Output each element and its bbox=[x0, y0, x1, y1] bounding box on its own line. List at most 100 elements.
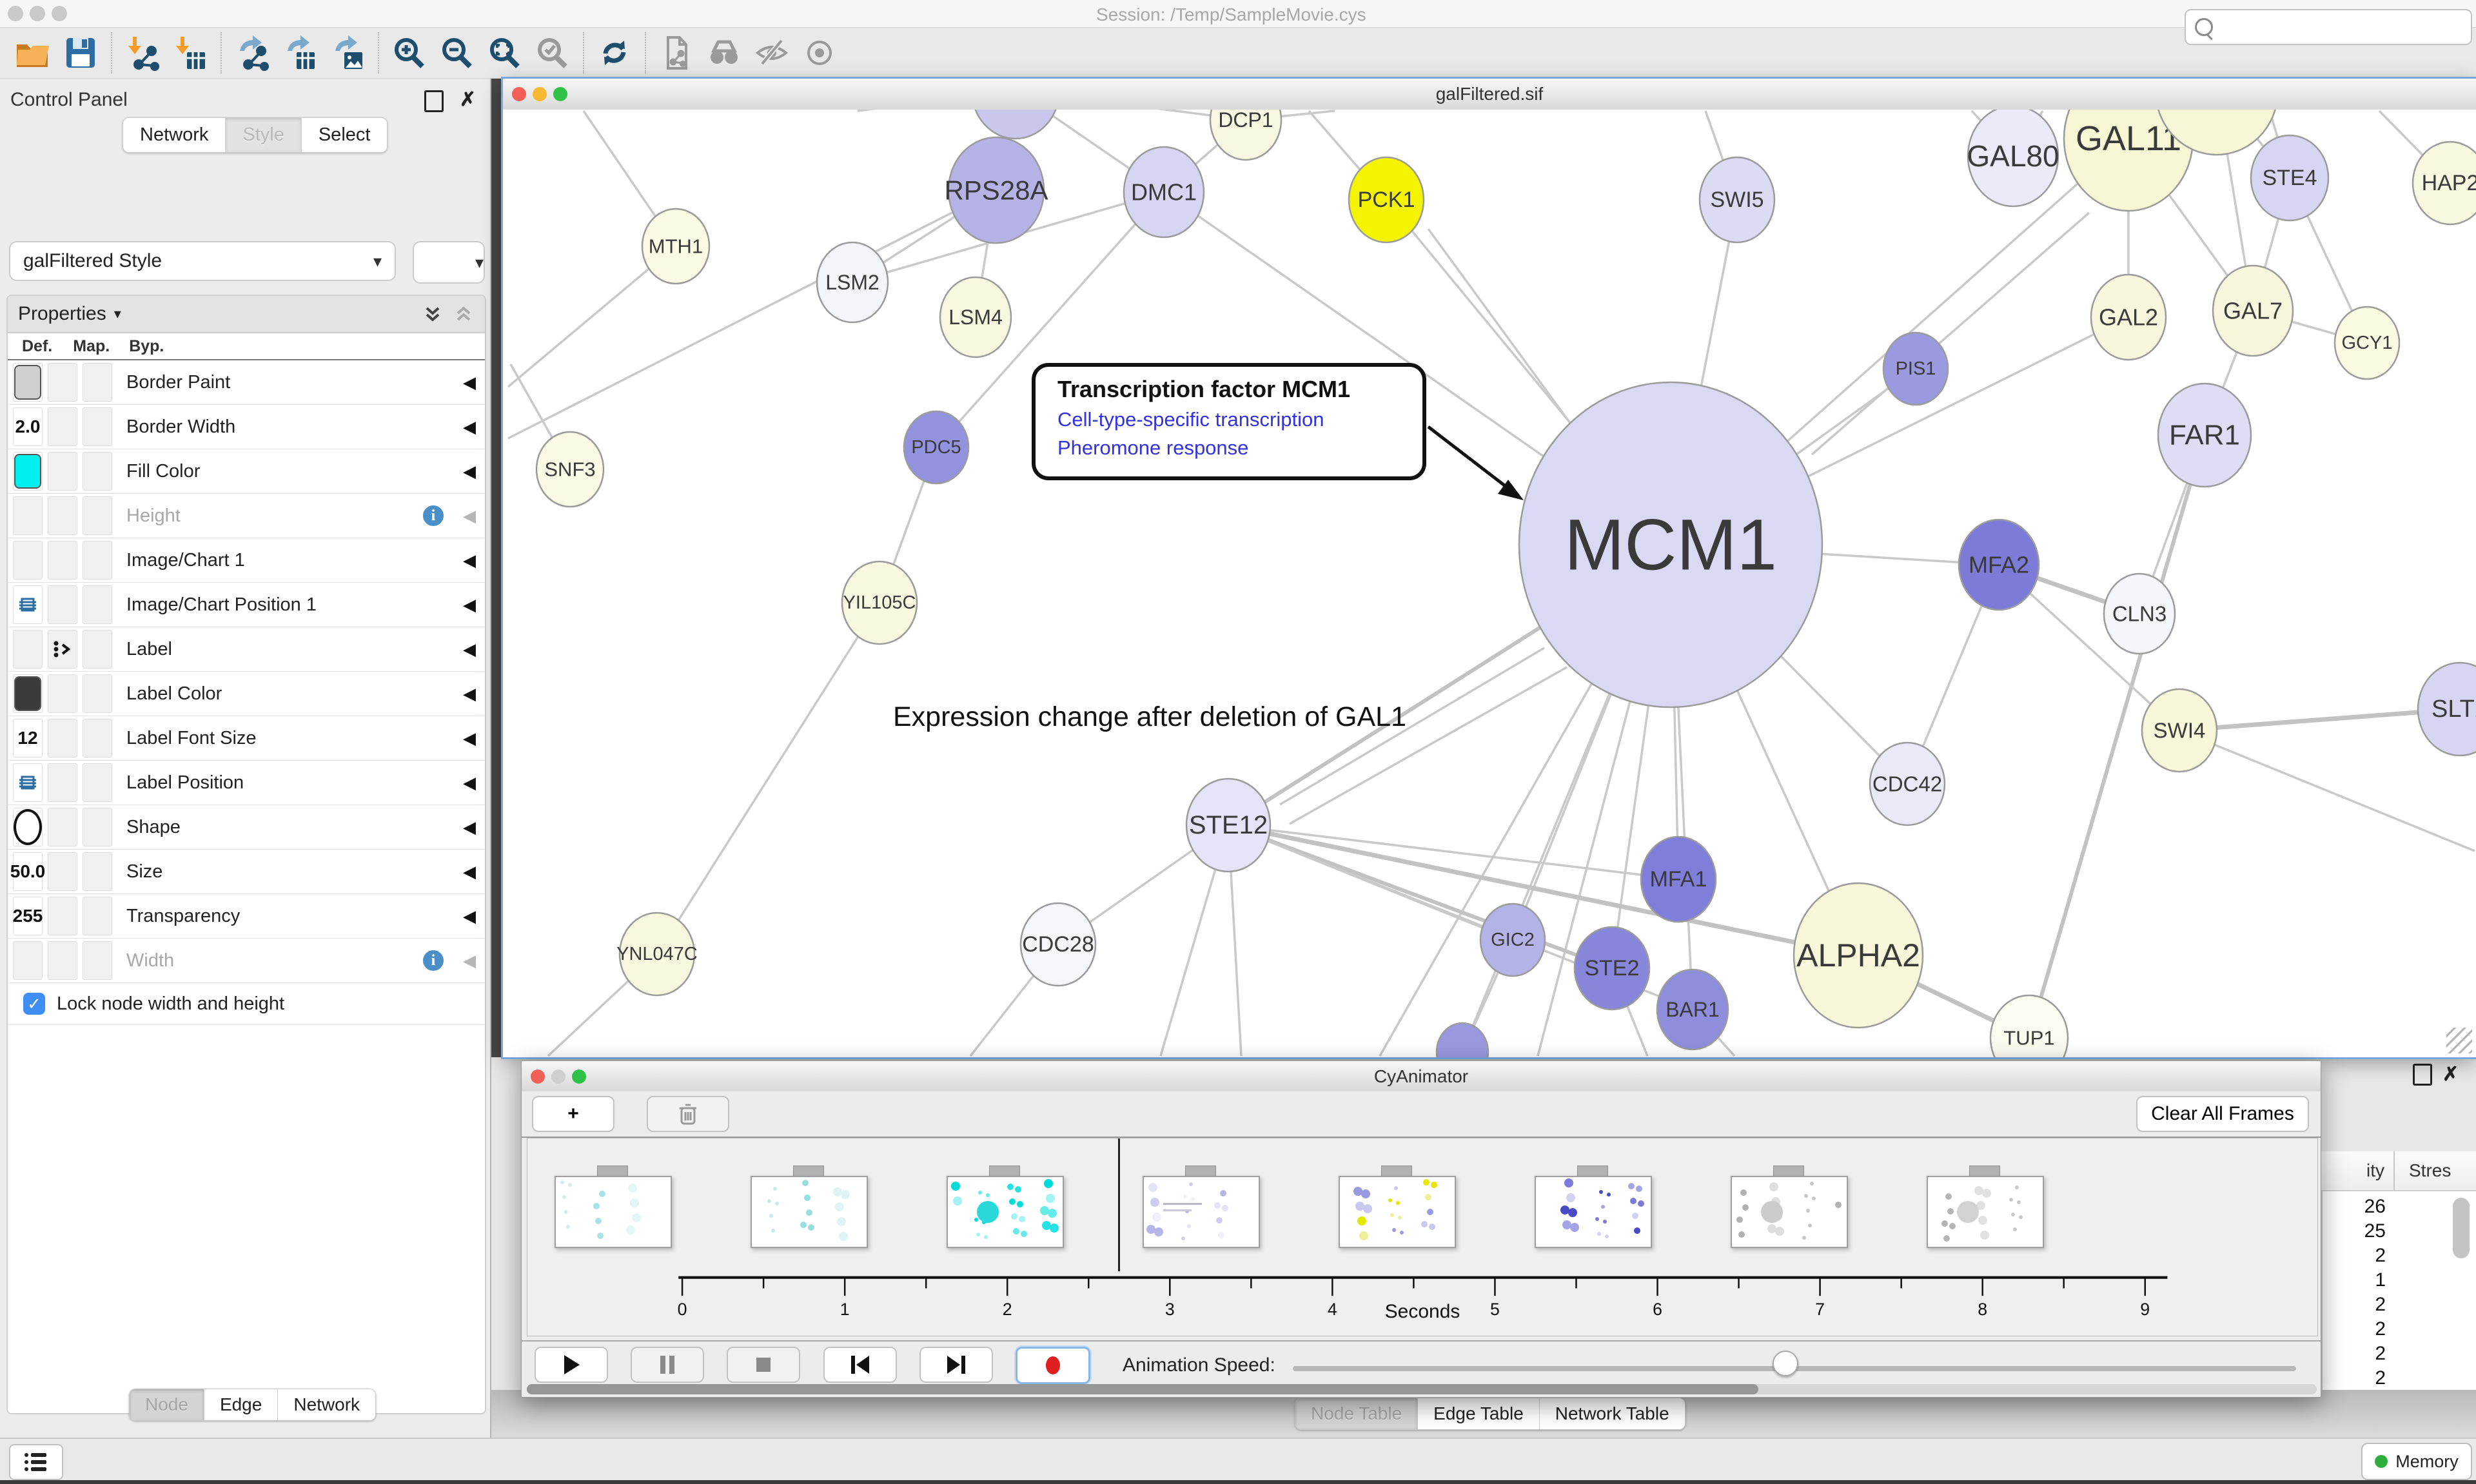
node-PIS1[interactable]: PIS1 bbox=[1883, 333, 1948, 405]
frame-thumbnail-2[interactable] bbox=[751, 1176, 868, 1248]
property-row-fill-color[interactable]: Fill Color ◀ bbox=[8, 449, 485, 494]
property-row-height[interactable]: Height i ◀ bbox=[8, 494, 485, 538]
lock-node-size-row[interactable]: ✓ Lock node width and height bbox=[8, 983, 485, 1025]
export-network-button[interactable] bbox=[228, 30, 276, 75]
style-selector[interactable]: galFiltered Style ▾ bbox=[9, 241, 396, 281]
checkbox-checked-icon[interactable]: ✓ bbox=[23, 993, 45, 1015]
node-GIC2[interactable]: GIC2 bbox=[1480, 904, 1545, 976]
node-RPS28A[interactable]: RPS28A bbox=[944, 137, 1048, 243]
node-SWI5[interactable]: SWI5 bbox=[1700, 157, 1774, 242]
node-STE2[interactable]: STE2 bbox=[1575, 927, 1649, 1010]
property-row-label[interactable]: Label ◀ bbox=[8, 627, 485, 672]
table-cell[interactable]: 2 bbox=[2321, 1343, 2386, 1365]
property-row-label-color[interactable]: Label Color ◀ bbox=[8, 672, 485, 716]
memory-button[interactable]: Memory bbox=[2361, 1443, 2472, 1480]
refresh-button[interactable] bbox=[591, 30, 638, 75]
float-panel-icon[interactable] bbox=[424, 90, 444, 116]
table-cell[interactable]: 25 bbox=[2321, 1220, 2386, 1242]
play-button[interactable] bbox=[535, 1347, 608, 1383]
node-YIL105C[interactable]: YIL105C bbox=[842, 561, 917, 644]
node-DCP1[interactable]: DCP1 bbox=[1210, 110, 1281, 160]
node-MTH1[interactable]: MTH1 bbox=[642, 209, 709, 284]
frame-thumbnail-4[interactable] bbox=[1143, 1176, 1260, 1248]
node-YNL047C[interactable]: YNL047C bbox=[616, 913, 698, 995]
node-CDC42[interactable]: CDC42 bbox=[1870, 743, 1945, 825]
expand-property-icon[interactable]: ◀ bbox=[463, 906, 476, 926]
node-STE4[interactable]: STE4 bbox=[2251, 135, 2328, 220]
slider-thumb[interactable] bbox=[1773, 1351, 1798, 1376]
node-GAL2[interactable]: GAL2 bbox=[2091, 275, 2166, 360]
property-row-shape[interactable]: Shape ◀ bbox=[8, 805, 485, 850]
node-SLT2[interactable]: SLT2 bbox=[2418, 663, 2476, 756]
node-CDC28[interactable]: CDC28 bbox=[1021, 903, 1096, 986]
expand-property-icon[interactable]: ◀ bbox=[463, 817, 476, 837]
zoom-fit-button[interactable] bbox=[481, 30, 529, 75]
show-all-button[interactable] bbox=[796, 30, 843, 75]
playhead[interactable] bbox=[1118, 1138, 1120, 1271]
table-cell[interactable]: 2 bbox=[2321, 1245, 2386, 1267]
node-DMC1[interactable]: DMC1 bbox=[1124, 147, 1204, 237]
node-STE12[interactable]: STE12 bbox=[1186, 779, 1270, 872]
zoom-in-button[interactable] bbox=[386, 30, 433, 75]
delete-frame-button[interactable] bbox=[647, 1096, 729, 1132]
node-SNF3[interactable]: SNF3 bbox=[536, 432, 604, 507]
tab-node-table[interactable]: Node Table bbox=[1295, 1398, 1418, 1429]
node-ALPHA2[interactable]: ALPHA2 bbox=[1794, 883, 1923, 1028]
node-BAR1[interactable]: BAR1 bbox=[1657, 970, 1728, 1050]
frame-thumbnail-6[interactable] bbox=[1535, 1176, 1652, 1248]
task-history-button[interactable] bbox=[9, 1444, 63, 1480]
expand-property-icon[interactable]: ◀ bbox=[463, 551, 476, 571]
resize-grip[interactable] bbox=[2446, 1028, 2472, 1053]
properties-header[interactable]: Properties ▾ bbox=[8, 296, 485, 333]
node-MFA1[interactable]: MFA1 bbox=[1641, 837, 1716, 922]
zoom-selected-button[interactable] bbox=[529, 30, 576, 75]
frame-thumbnail-7[interactable] bbox=[1731, 1176, 1848, 1248]
expand-all-icon[interactable] bbox=[422, 303, 444, 325]
expand-property-icon[interactable]: ◀ bbox=[463, 862, 476, 882]
tab-edge-table[interactable]: Edge Table bbox=[1418, 1398, 1540, 1429]
skip-to-end-button[interactable] bbox=[919, 1347, 993, 1383]
node-PCK1[interactable]: PCK1 bbox=[1349, 157, 1424, 242]
export-image-button[interactable] bbox=[324, 30, 371, 75]
expand-property-icon[interactable]: ◀ bbox=[463, 951, 476, 971]
tab-network-table[interactable]: Network Table bbox=[1540, 1398, 1685, 1429]
expand-property-icon[interactable]: ◀ bbox=[463, 417, 476, 437]
expand-property-icon[interactable]: ◀ bbox=[463, 506, 476, 526]
node-MFA2[interactable]: MFA2 bbox=[1959, 520, 2039, 610]
table-cell[interactable]: 2 bbox=[2321, 1294, 2386, 1316]
zoom-window-icon[interactable] bbox=[52, 6, 67, 21]
hide-selected-button[interactable] bbox=[748, 30, 796, 75]
expand-property-icon[interactable]: ◀ bbox=[463, 595, 476, 615]
table-cell[interactable]: 2 bbox=[2321, 1367, 2386, 1389]
table-cell[interactable]: 2 bbox=[2321, 1318, 2386, 1340]
column-header-ity[interactable]: ity bbox=[2321, 1160, 2384, 1181]
expand-property-icon[interactable]: ◀ bbox=[463, 773, 476, 793]
node-GAL7[interactable]: GAL7 bbox=[2213, 266, 2293, 356]
expand-property-icon[interactable]: ◀ bbox=[463, 462, 476, 482]
timeline[interactable]: 0123456789 Seconds bbox=[527, 1138, 2318, 1336]
search-box[interactable] bbox=[2185, 9, 2472, 45]
property-row-image-chart-position-1[interactable]: Image/Chart Position 1 ◀ bbox=[8, 583, 485, 627]
node-GAL80[interactable]: GAL80 bbox=[1967, 110, 2059, 206]
node-LSM4[interactable]: LSM4 bbox=[940, 277, 1011, 357]
tab-network-bottom[interactable]: Network bbox=[278, 1389, 375, 1420]
mcm1-annotation[interactable]: Transcription factor MCM1 Cell-type-spec… bbox=[1032, 363, 1426, 480]
property-row-border-paint[interactable]: Border Paint ◀ bbox=[8, 360, 485, 405]
tab-style[interactable]: Style bbox=[226, 118, 301, 152]
save-session-button[interactable] bbox=[57, 30, 104, 75]
node-PDC5[interactable]: PDC5 bbox=[904, 411, 968, 483]
table-cell[interactable]: 26 bbox=[2321, 1196, 2386, 1218]
collapse-all-icon[interactable] bbox=[453, 303, 475, 325]
frame-thumbnail-5[interactable] bbox=[1339, 1176, 1456, 1248]
close-table-panel-icon[interactable]: ✗ bbox=[2442, 1065, 2459, 1084]
import-table-button[interactable] bbox=[166, 30, 214, 75]
expand-property-icon[interactable]: ◀ bbox=[463, 639, 476, 659]
network-canvas[interactable]: RPS28AMTH1LSM2LSM4DMC1DCP1PCK1SWI5GAL80G… bbox=[503, 110, 2476, 1057]
table-scrollbar[interactable] bbox=[2453, 1198, 2470, 1258]
cyanimator-scrollbar[interactable] bbox=[527, 1384, 2317, 1394]
column-header-stres[interactable]: Stres bbox=[2409, 1160, 2451, 1181]
network-edge[interactable] bbox=[657, 603, 879, 954]
skip-to-start-button[interactable] bbox=[823, 1347, 897, 1383]
close-panel-icon[interactable]: ✗ bbox=[460, 90, 476, 110]
zoom-out-button[interactable] bbox=[433, 30, 481, 75]
